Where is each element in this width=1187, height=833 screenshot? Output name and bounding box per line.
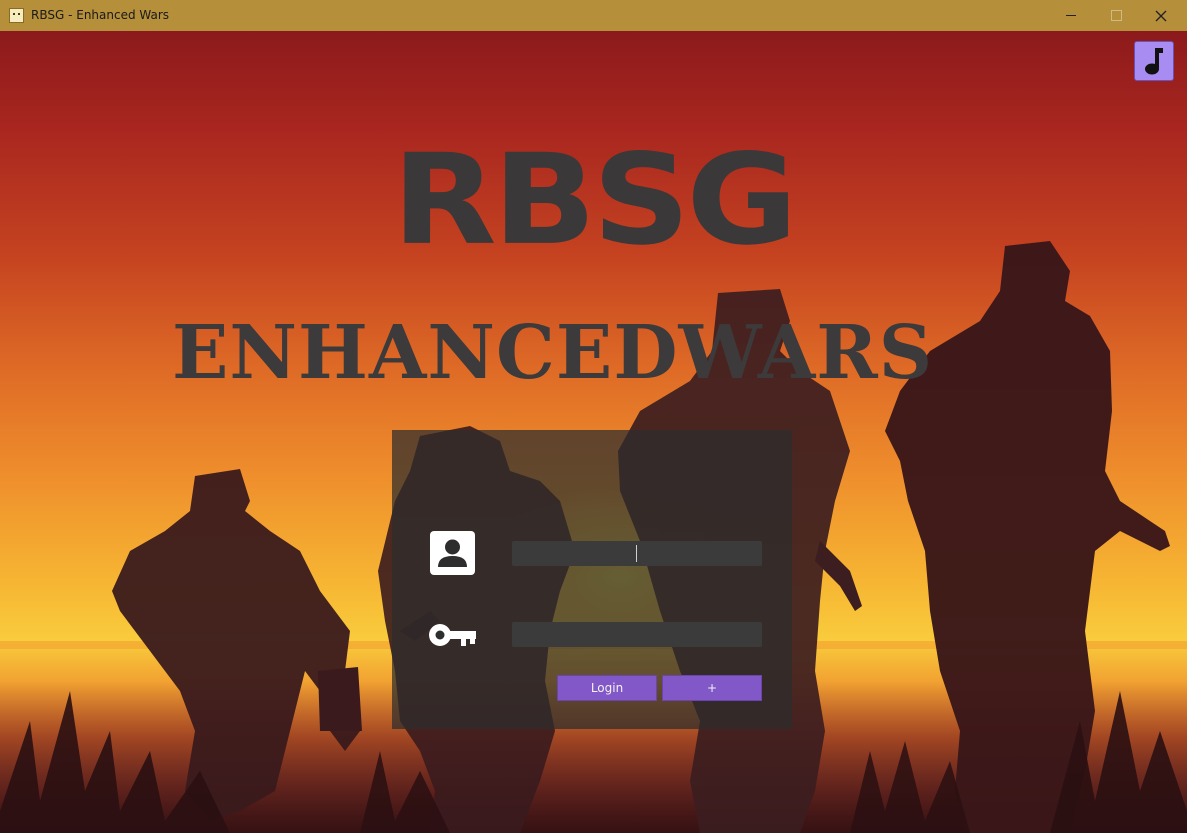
app-icon [9, 8, 24, 23]
maximize-button[interactable] [1093, 0, 1139, 31]
password-input[interactable] [512, 622, 762, 647]
window-title: RBSG - Enhanced Wars [31, 8, 170, 22]
logo-title: RBSG [392, 127, 798, 274]
music-toggle-button[interactable] [1134, 41, 1174, 81]
maximize-icon [1110, 10, 1122, 21]
title-bar: RBSG - Enhanced Wars [0, 0, 1187, 31]
username-input[interactable] [512, 541, 762, 566]
close-icon [1155, 10, 1167, 21]
login-button[interactable]: Login [557, 675, 657, 701]
logo-subtitle: ENHANCEDWARS [172, 310, 934, 396]
text-caret [636, 545, 637, 562]
key-icon [429, 624, 476, 646]
login-panel: Login + [392, 430, 792, 729]
register-button[interactable]: + [662, 675, 762, 701]
music-note-icon [1145, 48, 1163, 75]
minimize-icon [1066, 15, 1076, 16]
app-window: RBSG - Enhanced Wars RBSG ENHANCEDWARS L… [0, 0, 1187, 833]
minimize-button[interactable] [1048, 0, 1094, 31]
user-card-icon [430, 531, 475, 575]
close-button[interactable] [1138, 0, 1184, 31]
